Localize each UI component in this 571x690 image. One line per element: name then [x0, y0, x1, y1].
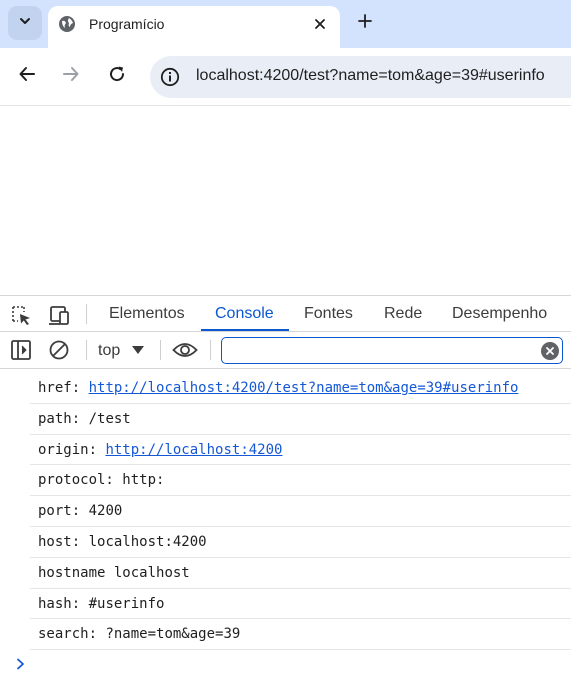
plus-icon [357, 13, 373, 34]
message-key: port: [38, 503, 81, 520]
console-filter-input[interactable] [221, 337, 563, 364]
sidebar-icon[interactable] [10, 339, 32, 361]
message-value: http: [122, 472, 165, 489]
browser-toolbar: localhost:4200/test?name=tom&age=39#user… [0, 48, 571, 106]
message-key: hostname [38, 564, 106, 581]
devtools-tab-bar: Elementos Console Fontes Rede Desempenho [0, 295, 571, 332]
reload-button[interactable] [104, 63, 130, 89]
forward-button[interactable] [58, 63, 84, 89]
console-message: host: localhost:4200 [30, 527, 571, 558]
console-message: origin: http://localhost:4200 [30, 435, 571, 466]
console-message: hostname localhost [30, 558, 571, 589]
active-tab-indicator [201, 329, 289, 331]
message-key: host: [38, 533, 81, 550]
tab-performance[interactable]: Desempenho [452, 305, 547, 323]
tab-console[interactable]: Console [215, 305, 274, 323]
tab-network[interactable]: Rede [384, 305, 422, 323]
clear-console-icon[interactable] [48, 339, 70, 361]
message-value: localhost:4200 [88, 533, 207, 550]
message-value: /test [88, 410, 131, 427]
toolbar-divider [86, 304, 87, 324]
close-icon[interactable] [310, 14, 330, 34]
tab-search-button[interactable] [8, 6, 42, 40]
message-key: search: [38, 626, 98, 643]
toolbar-divider [86, 340, 87, 360]
chevron-right-icon[interactable] [14, 654, 28, 674]
tab-strip: Programício [0, 0, 571, 48]
message-link[interactable]: http://localhost:4200 [105, 442, 282, 458]
tab-title: Programício [89, 16, 165, 32]
new-tab-button[interactable] [352, 10, 378, 36]
console-message: port: 4200 [30, 496, 571, 527]
message-key: href: [38, 380, 81, 396]
reload-icon [108, 65, 126, 88]
back-button[interactable] [14, 63, 40, 89]
caret-down-icon [132, 342, 145, 360]
clear-filter-icon[interactable] [541, 342, 559, 360]
message-key: origin: [38, 441, 98, 458]
info-icon[interactable] [160, 67, 180, 87]
console-message: hash: #userinfo [30, 589, 571, 620]
device-toggle-icon[interactable] [48, 304, 70, 326]
toolbar-divider [160, 340, 161, 360]
message-value: ?name=tom&age=39 [105, 626, 241, 643]
inspect-element-icon[interactable] [10, 304, 32, 326]
message-value: 4200 [88, 503, 123, 520]
message-value: #userinfo [88, 595, 165, 612]
globe-icon [58, 15, 76, 33]
console-message: protocol: http: [30, 465, 571, 497]
context-value: top [98, 342, 121, 359]
message-key: hash: [38, 595, 81, 612]
tab-sources[interactable]: Fontes [304, 305, 353, 323]
address-bar[interactable]: localhost:4200/test?name=tom&age=39#user… [150, 56, 571, 98]
console-message: path: /test [30, 404, 571, 435]
message-link[interactable]: http://localhost:4200/test?name=tom&age=… [89, 380, 519, 396]
toolbar-divider [210, 340, 211, 360]
tab-elements[interactable]: Elementos [109, 305, 185, 323]
message-value: localhost [113, 564, 190, 581]
console-message: search: ?name=tom&age=39 [30, 619, 571, 651]
arrow-right-icon [62, 65, 80, 88]
context-selector[interactable]: top [98, 340, 145, 362]
console-message: href: http://localhost:4200/test?name=to… [30, 373, 571, 404]
chevron-down-icon [18, 14, 32, 33]
browser-tab[interactable]: Programício [48, 6, 340, 48]
message-key: path: [38, 410, 81, 427]
url-text: localhost:4200/test?name=tom&age=39#user… [196, 67, 545, 84]
console-messages: href: http://localhost:4200/test?name=to… [0, 373, 571, 651]
message-key: protocol: [38, 472, 114, 489]
arrow-left-icon [18, 65, 36, 88]
eye-icon[interactable] [172, 339, 198, 361]
console-toolbar: top [0, 332, 571, 369]
